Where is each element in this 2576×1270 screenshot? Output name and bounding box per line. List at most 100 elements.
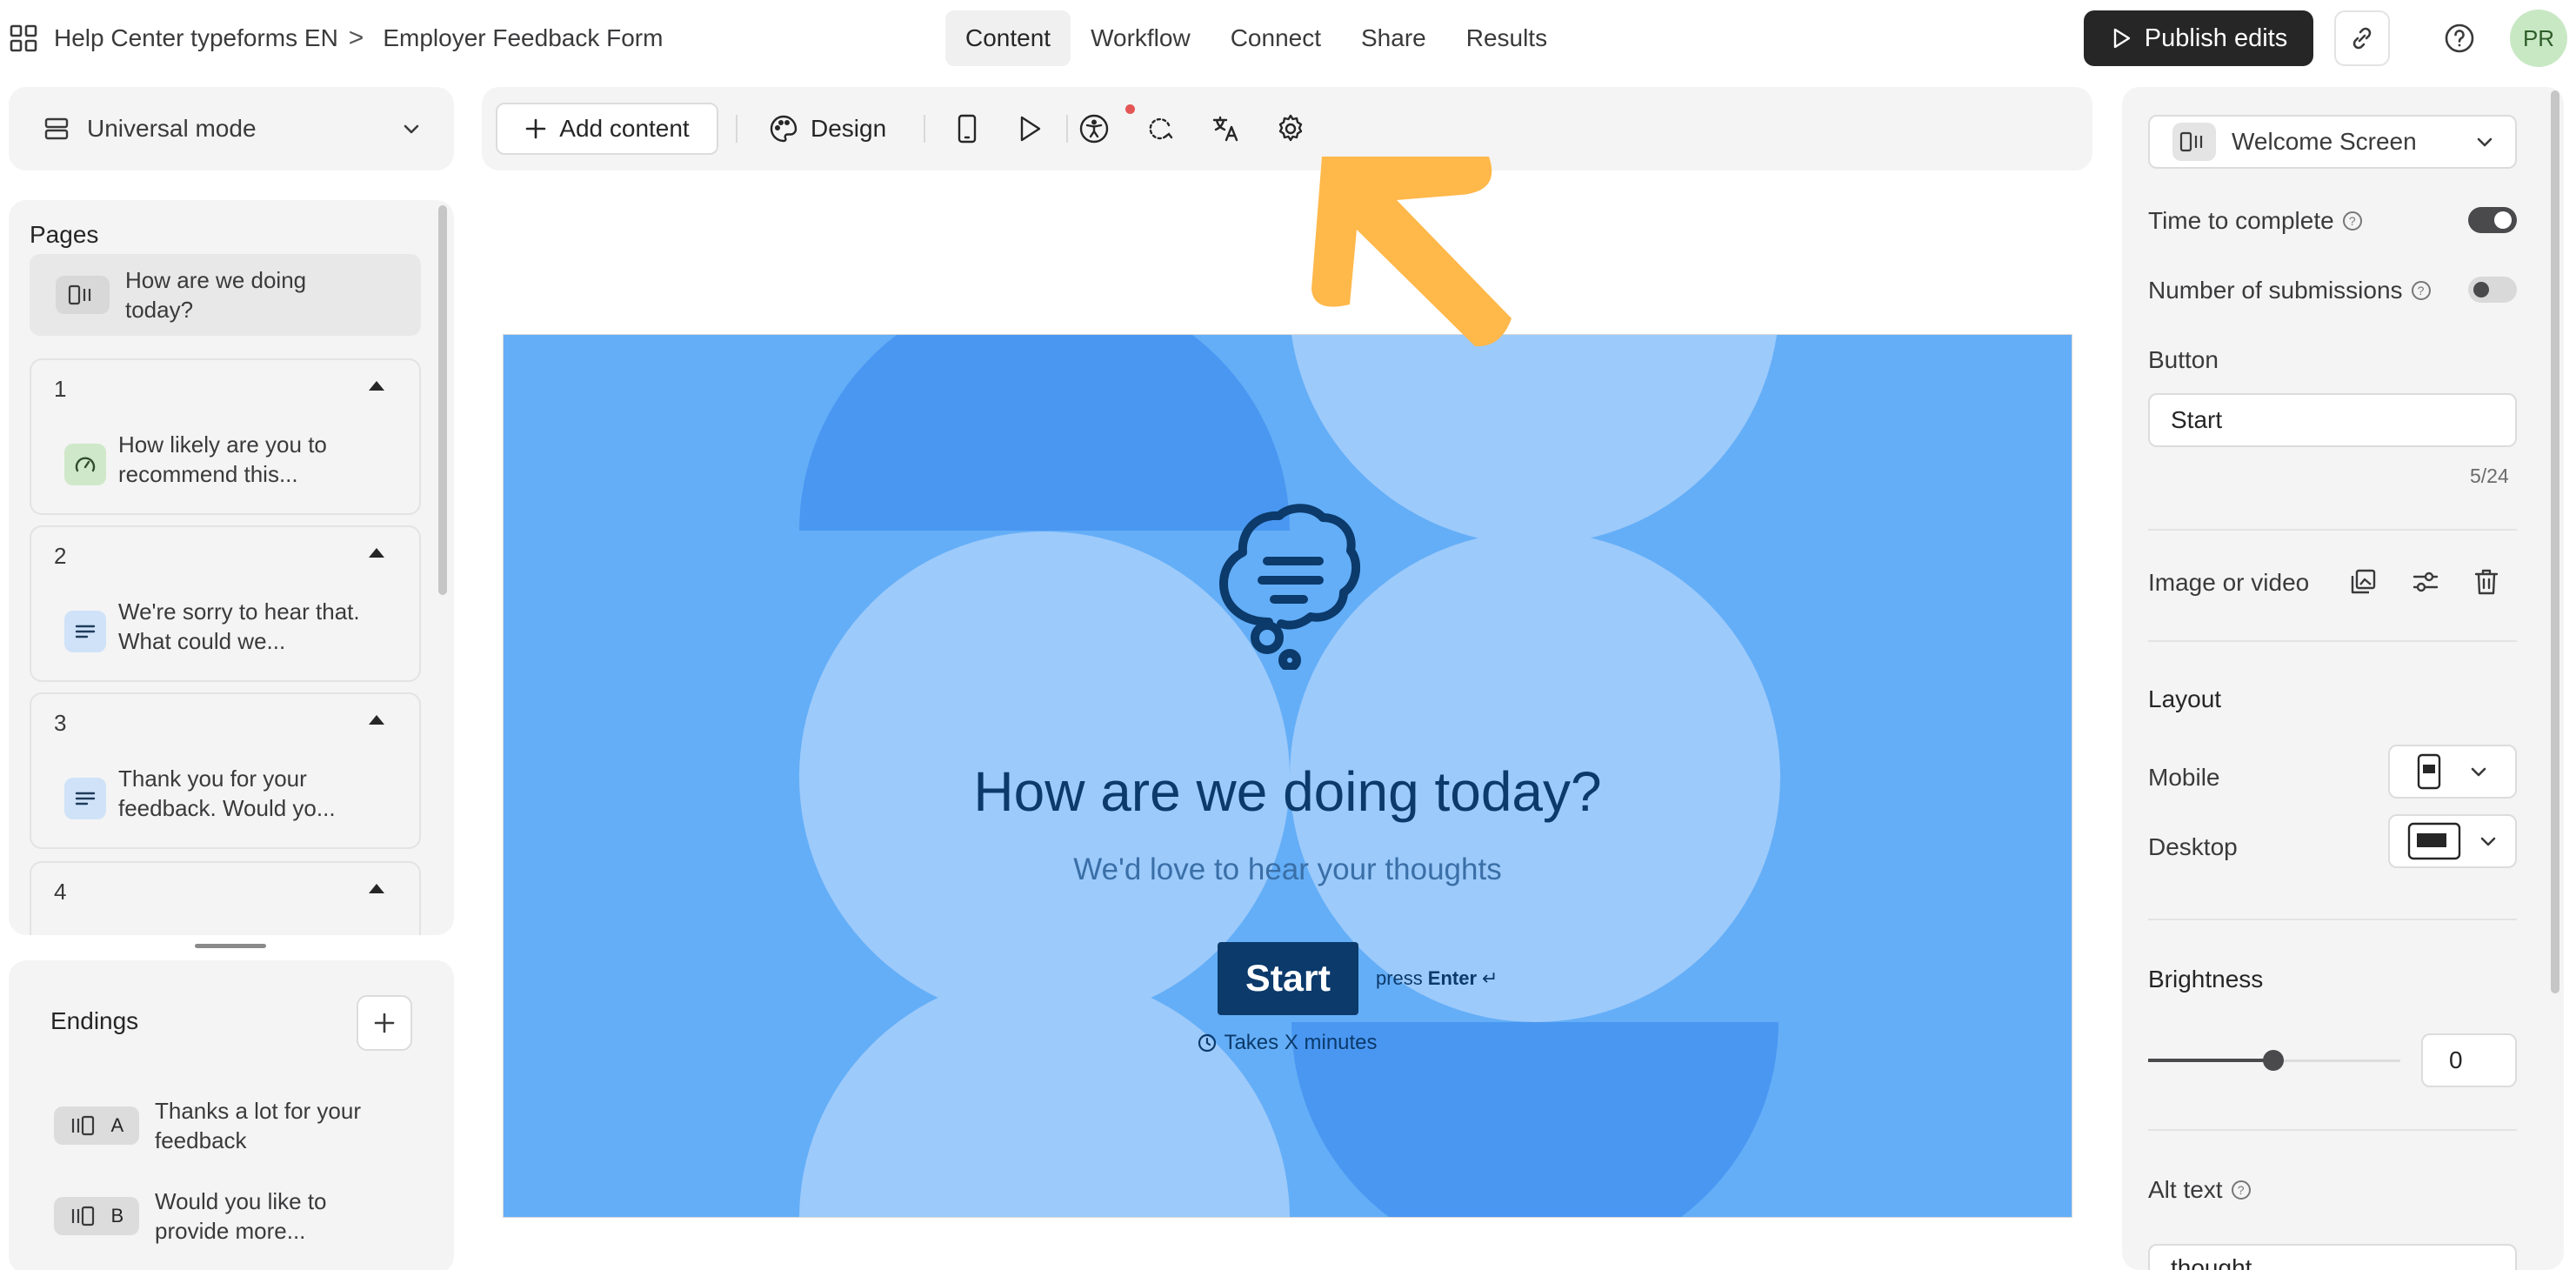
toolbar-divider: [924, 115, 925, 143]
resize-handle[interactable]: [195, 944, 266, 948]
add-content-button[interactable]: Add content: [496, 103, 718, 155]
form-preview[interactable]: How are we doing today? We'd love to hea…: [503, 334, 2072, 1218]
page-number: 3: [54, 710, 67, 736]
mobile-label: Mobile: [2148, 764, 2220, 791]
page-item-2[interactable]: 2 We're sorry to hear that. What could w…: [30, 525, 421, 682]
mode-label: Universal mode: [87, 115, 257, 142]
page-text: Thank you for your feedback. Would yo...: [118, 765, 336, 821]
ending-letter: A: [110, 1114, 124, 1136]
plus-icon: [524, 117, 547, 140]
breadcrumb-workspace[interactable]: Help Center typeforms EN: [54, 24, 338, 52]
welcome-subline[interactable]: We'd love to hear your thoughts: [504, 852, 2072, 887]
ending-letter: B: [110, 1205, 124, 1227]
endings-panel: Endings A Thanks a lot for your feedback…: [9, 960, 454, 1270]
settings-panel: Welcome Screen Time to complete ? Number…: [2122, 87, 2564, 1270]
welcome-page-text: How are we doing today?: [125, 267, 307, 323]
divider: [2148, 529, 2517, 531]
mobile-preview-icon[interactable]: [950, 111, 984, 146]
screen-type-label: Welcome Screen: [2232, 128, 2417, 155]
submissions-row: Number of submissions ?: [2148, 277, 2431, 304]
page-item-4[interactable]: 4: [30, 861, 421, 935]
info-icon[interactable]: ?: [2231, 1180, 2251, 1200]
image-video-label: Image or video: [2148, 569, 2310, 596]
logic-loop-icon[interactable]: [1143, 111, 1178, 146]
time-to-complete-hint: Takes X minutes: [504, 1031, 2072, 1055]
mobile-layout-icon: [2416, 752, 2442, 791]
tab-connect[interactable]: Connect: [1211, 10, 1341, 66]
welcome-screen-icon: [56, 276, 110, 314]
help-icon[interactable]: [2440, 19, 2479, 57]
annotation-arrow-icon: [1287, 139, 1513, 357]
page-item-welcome[interactable]: How are we doing today?: [30, 254, 421, 336]
settings-scrollbar[interactable]: [2551, 90, 2559, 993]
page-item-3[interactable]: 3 Thank you for your feedback. Would yo.…: [30, 692, 421, 849]
welcome-screen-icon: [2172, 123, 2216, 161]
link-icon: [2348, 24, 2376, 52]
page-item-1[interactable]: 1 How likely are you to recommend this..…: [30, 358, 421, 515]
thought-bubble-icon: [1217, 500, 1360, 670]
desktop-layout-select[interactable]: [2388, 814, 2517, 868]
play-preview-icon[interactable]: [1012, 111, 1047, 146]
screen-type-select[interactable]: Welcome Screen: [2148, 115, 2517, 169]
ending-badge: B: [54, 1197, 139, 1235]
avatar[interactable]: PR: [2510, 10, 2567, 67]
submissions-toggle[interactable]: [2468, 277, 2517, 303]
alt-text-heading: Alt text: [2148, 1176, 2223, 1203]
start-button[interactable]: Start: [1218, 942, 1358, 1015]
plus-icon: [372, 1011, 397, 1035]
tab-workflow[interactable]: Workflow: [1071, 10, 1211, 66]
brightness-input[interactable]: 0: [2421, 1033, 2517, 1087]
collapse-caret-icon[interactable]: [369, 715, 384, 725]
main-tabs: Content Workflow Connect Share Results: [945, 10, 1567, 66]
time-to-complete-toggle[interactable]: [2468, 207, 2517, 233]
collapse-caret-icon[interactable]: [369, 884, 384, 893]
add-ending-button[interactable]: [357, 995, 412, 1051]
tab-content[interactable]: Content: [945, 10, 1071, 66]
design-button[interactable]: Design: [769, 103, 886, 155]
palette-icon: [769, 114, 798, 144]
button-text-input[interactable]: Start: [2148, 393, 2517, 447]
mobile-layout-select[interactable]: [2388, 745, 2517, 799]
accessibility-icon[interactable]: [1077, 111, 1111, 146]
pages-scrollbar[interactable]: [438, 205, 447, 595]
page-text: How likely are you to recommend this...: [118, 431, 327, 487]
collapse-caret-icon[interactable]: [369, 548, 384, 558]
brightness-slider-handle[interactable]: [2263, 1050, 2284, 1071]
play-outline-icon: [2110, 27, 2132, 50]
copy-link-button[interactable]: [2334, 10, 2390, 66]
page-number: 1: [54, 376, 67, 402]
info-icon[interactable]: ?: [2411, 281, 2431, 300]
toggle-knob: [2494, 211, 2512, 229]
info-icon[interactable]: ?: [2342, 211, 2362, 231]
publish-edits-button[interactable]: Publish edits: [2084, 10, 2313, 66]
ending-screen-icon: [70, 1205, 96, 1227]
form-title[interactable]: Employer Feedback Form: [383, 24, 663, 52]
collapse-caret-icon[interactable]: [369, 381, 384, 391]
press-prefix: press: [1376, 967, 1423, 989]
publish-edits-label: Publish edits: [2144, 23, 2288, 52]
pages-panel: Pages How are we doing today? 1 How like…: [9, 200, 454, 935]
ending-badge: A: [54, 1106, 139, 1145]
image-gallery-icon[interactable]: [2346, 565, 2379, 598]
ending-item-a[interactable]: A Thanks a lot for your feedback: [54, 1096, 419, 1155]
apps-grid-icon[interactable]: [9, 23, 38, 53]
layout-heading: Layout: [2148, 685, 2222, 712]
toolbar-divider: [1066, 115, 1068, 143]
enter-key-icon: ↵: [1482, 967, 1498, 989]
welcome-headline[interactable]: How are we doing today?: [504, 759, 2072, 824]
lines-icon: [64, 778, 106, 819]
universal-mode-select[interactable]: Universal mode: [9, 87, 454, 170]
brightness-slider-fill: [2148, 1059, 2273, 1062]
tab-results[interactable]: Results: [1446, 10, 1567, 66]
chevron-down-icon: [2478, 831, 2499, 852]
time-to-complete-row: Time to complete ?: [2148, 207, 2362, 235]
chevron-down-icon: [2468, 761, 2489, 782]
trash-icon[interactable]: [2470, 565, 2503, 598]
ending-item-b[interactable]: B Would you like to provide more...: [54, 1186, 419, 1246]
toggle-knob: [2473, 282, 2489, 297]
desktop-label: Desktop: [2148, 833, 2238, 860]
alt-text-input[interactable]: thought: [2148, 1244, 2517, 1270]
sliders-icon[interactable]: [2409, 565, 2442, 598]
translate-icon[interactable]: [1209, 111, 1244, 146]
tab-share[interactable]: Share: [1341, 10, 1446, 66]
